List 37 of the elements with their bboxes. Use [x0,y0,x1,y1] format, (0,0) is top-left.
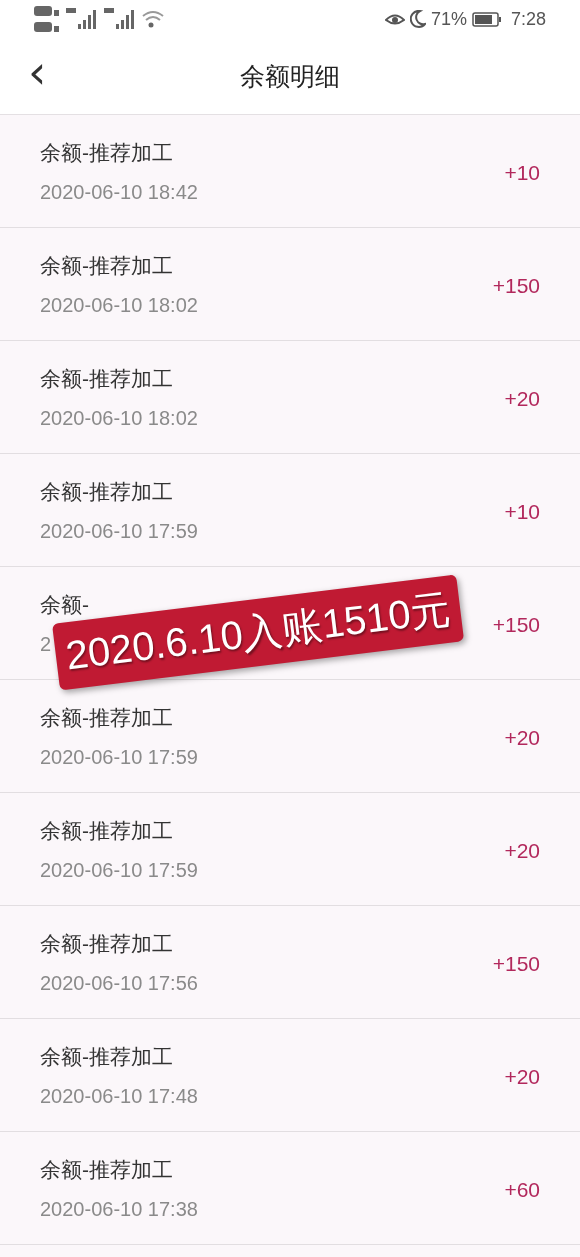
entry-date: 2020-06-10 18:02 [40,406,198,430]
entry-date: 2020-06-10 17:59 [40,745,198,769]
wifi-icon [142,10,164,28]
entry-amount: +60 [504,1177,540,1202]
battery-percent: 71% [430,8,467,30]
entry-title: 余额-推荐加工 [40,704,174,731]
entry-date: 2020-06-10 17:38 [40,1197,198,1221]
entry-amount: +20 [504,725,540,750]
entry-title: 余额-推荐加工 [40,1043,174,1070]
entry-title: 余额-推荐加工 [40,817,174,844]
signal-icon [104,8,136,30]
battery-icon [471,11,502,27]
entry-amount: +20 [504,1064,540,1089]
entry-date: 2020-06-10 18:02 [40,293,198,317]
entry-title: 余额-推荐加工 [40,139,174,166]
entry-title: 余额-推荐加工 [40,1156,174,1183]
entry-title: 余额-推荐加工 [40,365,174,392]
signal-icon [66,8,98,30]
page-title: 余额明细 [240,60,340,92]
moon-icon [409,10,426,28]
entry-date: 2020-06-10 17:48 [40,1084,198,1108]
entry-title: 余额-推荐加工 [40,478,174,505]
entry-date: 2020-06-10 18:42 [40,180,198,204]
entry-date: 2020-06-10 17:56 [40,971,198,995]
entry-amount: +10 [504,499,540,524]
entry-amount: +150 [492,273,540,298]
entry-date: 2020-06-10 17:59 [40,519,198,543]
entry-amount: +20 [504,838,540,863]
entry-title: 余额-推荐加工 [40,930,174,957]
entry-title: 余额-推荐加工 [40,252,174,279]
entry-amount: +10 [504,160,540,185]
back-button[interactable]: ‹ [22,52,53,92]
entry-date: 2020-06-10 17:59 [40,858,198,882]
entry-amount: +150 [492,951,540,976]
entry-amount: +20 [504,386,540,411]
entry-amount: +150 [492,612,540,637]
clock-time: 7:28 [510,8,546,30]
